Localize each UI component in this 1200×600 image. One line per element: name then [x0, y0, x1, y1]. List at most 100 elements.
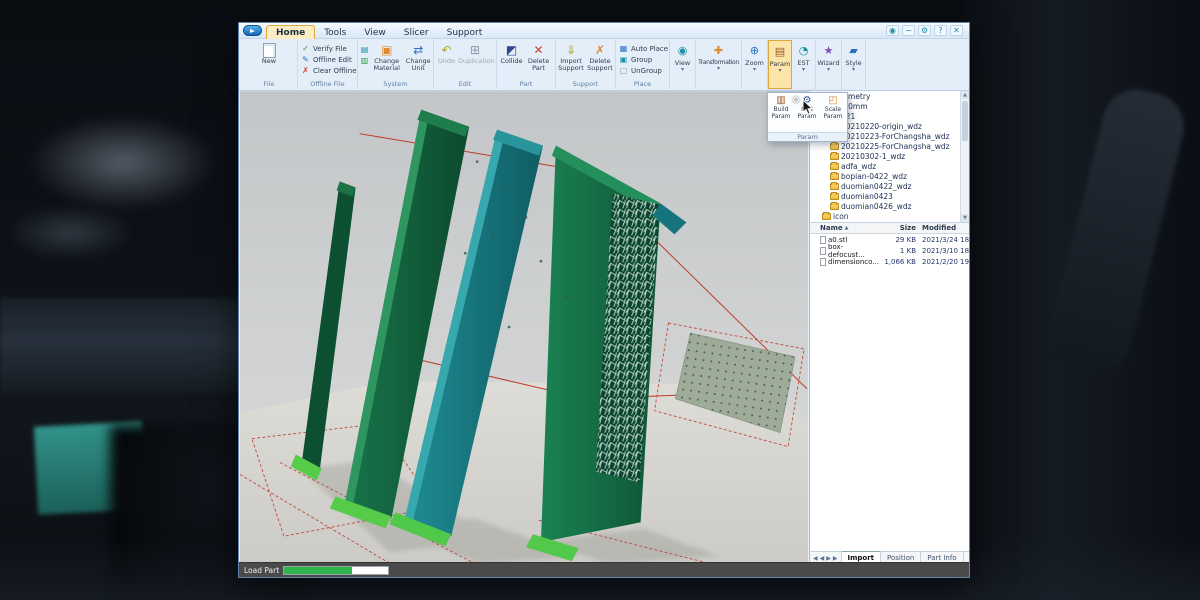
delete-support-button[interactable]: ✗ Delete Support [586, 42, 614, 73]
offline-edit-button[interactable]: ✎ Offline Edit [301, 54, 357, 65]
transformation-chevron-down-icon: ▾ [717, 66, 720, 72]
tree-item-icon-folder[interactable]: icon [810, 211, 969, 221]
zoom-chevron-down-icon: ▾ [753, 67, 756, 73]
delete-support-icon: ✗ [592, 43, 608, 58]
status-bar: Load Part [239, 562, 969, 577]
tree-item[interactable]: adfa_wdz [810, 161, 969, 171]
tab-view[interactable]: View [355, 26, 394, 39]
app-window: Home Tools View Slicer Support ◉ − ⚙ ? ✕ [238, 22, 970, 578]
viewport-3d-scene[interactable] [240, 91, 808, 564]
est-chevron-down-icon: ▾ [802, 67, 805, 73]
group-label-file: File [241, 80, 297, 88]
change-unit-button[interactable]: ⇄ Change Unit [403, 42, 433, 73]
new-button[interactable]: New [261, 42, 277, 66]
window-info-icon[interactable]: ◉ [886, 25, 899, 36]
column-name-label: Name [820, 224, 843, 232]
tree-item[interactable]: bopian-0422_wdz [810, 171, 969, 181]
column-header-modified[interactable]: Modified [918, 224, 969, 232]
est-dropdown-button[interactable]: ◔ EST ▾ [792, 40, 816, 89]
transformation-dropdown-button[interactable]: ✚ Transformation ▾ [696, 40, 742, 89]
nav-last-icon[interactable]: ▶ [833, 555, 838, 562]
change-material-button[interactable]: ▣ Change Material [371, 42, 402, 73]
tab-slicer[interactable]: Slicer [395, 26, 438, 39]
build-param-label: Build Param [768, 107, 794, 120]
transformation-icon: ✚ [712, 44, 725, 57]
view-icon: ◉ [676, 44, 689, 57]
tab-home[interactable]: Home [266, 25, 315, 39]
style-icon: ▰ [847, 44, 860, 57]
delete-part-button[interactable]: ✕ Delete Part [525, 42, 553, 73]
tree-item-label: bopian-0422_wdz [841, 172, 907, 181]
tab-support[interactable]: Support [438, 26, 492, 39]
nav-first-icon[interactable]: ◀ [813, 555, 818, 562]
duplication-button[interactable]: ⊞ Duplication [457, 42, 493, 66]
window-help-icon[interactable]: ? [934, 25, 947, 36]
ungroup-label: UnGroup [631, 67, 662, 75]
tree-item-label: adfa_wdz [841, 162, 876, 171]
background-light-reflection [5, 205, 135, 260]
tree-item-label: 20210302-1_wdz [841, 152, 905, 161]
system-small-icon-2[interactable]: ▥ [360, 56, 369, 65]
nav-next-icon[interactable]: ▶ [826, 555, 831, 562]
group-label-system: System [358, 80, 433, 88]
undo-button[interactable]: ↶ Undo [437, 42, 456, 66]
file-row[interactable]: box-defocust... 1 KB 2021/3/10 18:1.. [810, 245, 969, 256]
window-settings-icon[interactable]: ⚙ [918, 25, 931, 36]
wizard-chevron-down-icon: ▾ [827, 67, 830, 73]
app-logo-icon[interactable] [243, 25, 262, 36]
collide-button[interactable]: ◩ Collide [499, 42, 523, 66]
tree-item[interactable]: 20210302-1_wdz [810, 151, 969, 161]
viewport-3d[interactable] [240, 91, 808, 564]
est-icon: ◔ [797, 44, 810, 57]
scrollbar-thumb[interactable] [962, 101, 968, 141]
file-modified: 2021/3/10 18:1.. [918, 247, 969, 255]
file-size: 1 KB [878, 247, 918, 255]
window-close-icon[interactable]: ✕ [950, 25, 963, 36]
offline-edit-icon: ✎ [301, 55, 310, 64]
file-size: 29 KB [878, 236, 918, 244]
zoom-dropdown-button[interactable]: ⊕ Zoom ▾ [742, 40, 768, 89]
view-dropdown-button[interactable]: ◉ View ▾ [670, 40, 696, 89]
tree-item[interactable]: duomian0426_wdz [810, 201, 969, 211]
scroll-up-icon[interactable]: ▲ [961, 91, 969, 99]
file-list: Name ▲ Size Modified a0.stl 29 KB 2021/3… [810, 223, 969, 551]
tree-scrollbar[interactable]: ▲ ▼ [960, 91, 969, 222]
ungroup-button[interactable]: ▢ UnGroup [619, 65, 669, 76]
style-dropdown-button[interactable]: ▰ Style ▾ [842, 40, 866, 89]
auto-place-button[interactable]: ▦ Auto Place [619, 43, 669, 54]
column-header-size[interactable]: Size [878, 224, 918, 232]
param-flyout-footer: Param [768, 132, 847, 141]
column-header-name[interactable]: Name ▲ [810, 224, 878, 232]
tree-item[interactable]: duomian0423 [810, 191, 969, 201]
import-support-button[interactable]: ⇓ Import Support [557, 42, 585, 73]
system-small-icon-1[interactable]: ▤ [360, 45, 369, 54]
param-chevron-down-icon: ▾ [778, 68, 781, 74]
style-chevron-down-icon: ▾ [852, 67, 855, 73]
param-dropdown-button[interactable]: ▤ Param ▾ [768, 40, 792, 89]
ribbon-group-part: ◩ Collide ✕ Delete Part Part [497, 40, 556, 89]
scale-param-button[interactable]: ◰ Scale Param [820, 93, 846, 120]
file-row[interactable]: dimensionco... 1,066 KB 2021/2/20 19:4.. [810, 256, 969, 267]
folder-icon [830, 203, 839, 210]
scroll-down-icon[interactable]: ▼ [961, 214, 969, 222]
status-label: Load Part [244, 566, 279, 575]
new-file-icon [263, 43, 276, 58]
undo-icon: ↶ [438, 43, 454, 58]
folder-icon [830, 183, 839, 190]
tab-tools[interactable]: Tools [315, 26, 355, 39]
tree-item[interactable]: duomian0422_wdz [810, 181, 969, 191]
duplication-icon: ⊞ [467, 43, 483, 58]
wizard-dropdown-button[interactable]: ★ Wizard ▾ [816, 40, 842, 89]
file-list-header: Name ▲ Size Modified [810, 223, 969, 234]
collide-icon: ◩ [504, 43, 520, 58]
window-minimize-icon[interactable]: − [902, 25, 915, 36]
clear-offline-button[interactable]: ✗ Clear Offline [301, 65, 357, 76]
group-label-support: Support [556, 80, 615, 88]
tree-item-label: 20210225-ForChangsha_wdz [841, 142, 950, 151]
tree-item[interactable]: 20210225-ForChangsha_wdz [810, 141, 969, 151]
verify-file-button[interactable]: ✓ Verify File [301, 43, 357, 54]
group-button[interactable]: ▣ Group [619, 54, 669, 65]
tree-item-label: icon [833, 212, 849, 221]
build-param-button[interactable]: ▥ Build Param [768, 93, 794, 120]
nav-prev-icon[interactable]: ◀ [820, 555, 825, 562]
